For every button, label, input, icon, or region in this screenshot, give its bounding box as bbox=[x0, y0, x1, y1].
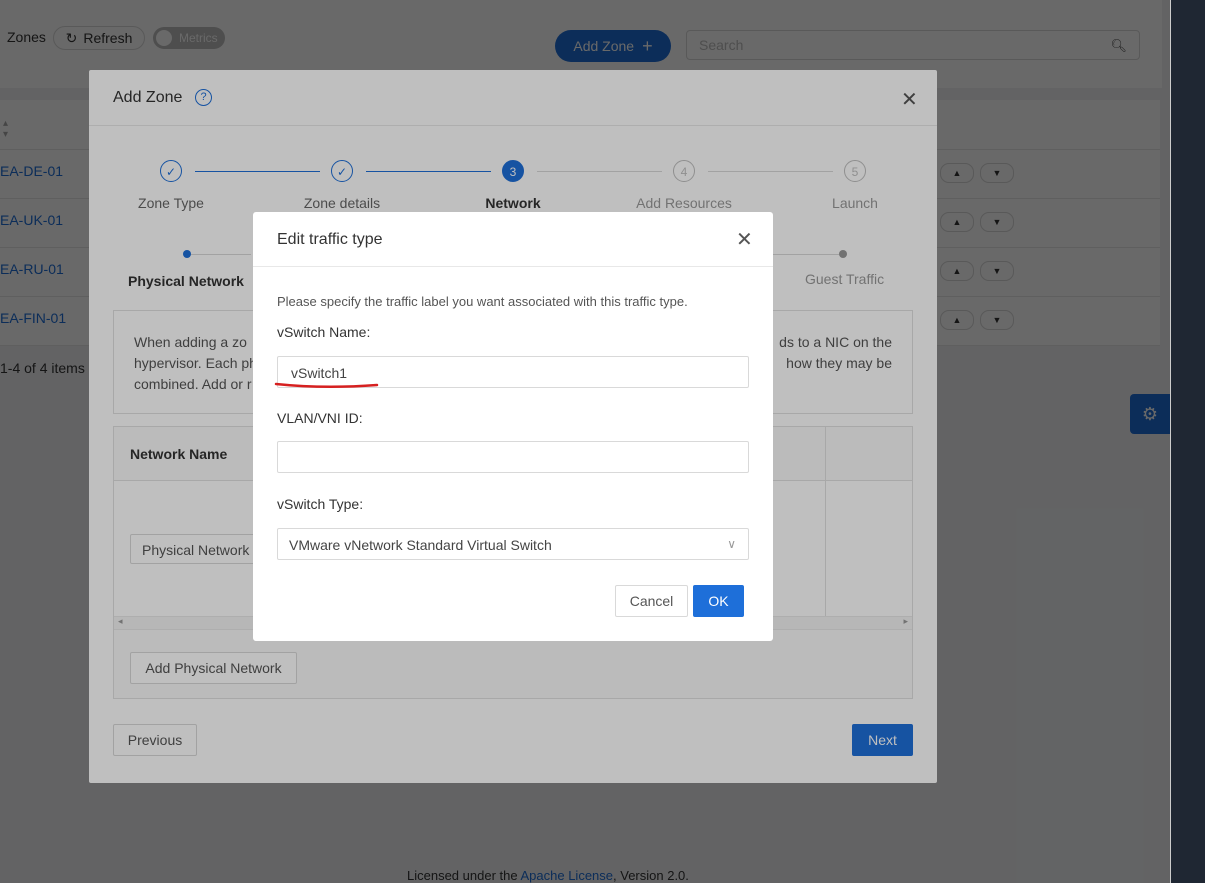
edit-traffic-type-modal: Edit traffic type ✕ Please specify the t… bbox=[253, 212, 773, 641]
modal-header: Edit traffic type ✕ bbox=[253, 212, 773, 267]
cancel-button[interactable]: Cancel bbox=[615, 585, 688, 617]
vswitch-type-select[interactable]: VMware vNetwork Standard Virtual Switch … bbox=[277, 528, 749, 560]
close-icon[interactable]: ✕ bbox=[736, 227, 753, 252]
vlan-field bbox=[277, 441, 749, 473]
vlan-input[interactable] bbox=[289, 449, 733, 467]
vswitch-name-label: vSwitch Name: bbox=[277, 324, 371, 340]
right-side-panel bbox=[1170, 0, 1205, 883]
ok-button[interactable]: OK bbox=[693, 585, 744, 617]
modal-description: Please specify the traffic label you wan… bbox=[277, 294, 688, 309]
modal-title: Edit traffic type bbox=[277, 231, 383, 248]
vswitch-type-label: vSwitch Type: bbox=[277, 496, 364, 512]
chevron-down-icon: ∨ bbox=[727, 537, 736, 551]
vlan-label: VLAN/VNI ID: bbox=[277, 410, 363, 426]
red-underline-annotation bbox=[274, 382, 379, 389]
vswitch-type-value: VMware vNetwork Standard Virtual Switch bbox=[289, 537, 552, 553]
